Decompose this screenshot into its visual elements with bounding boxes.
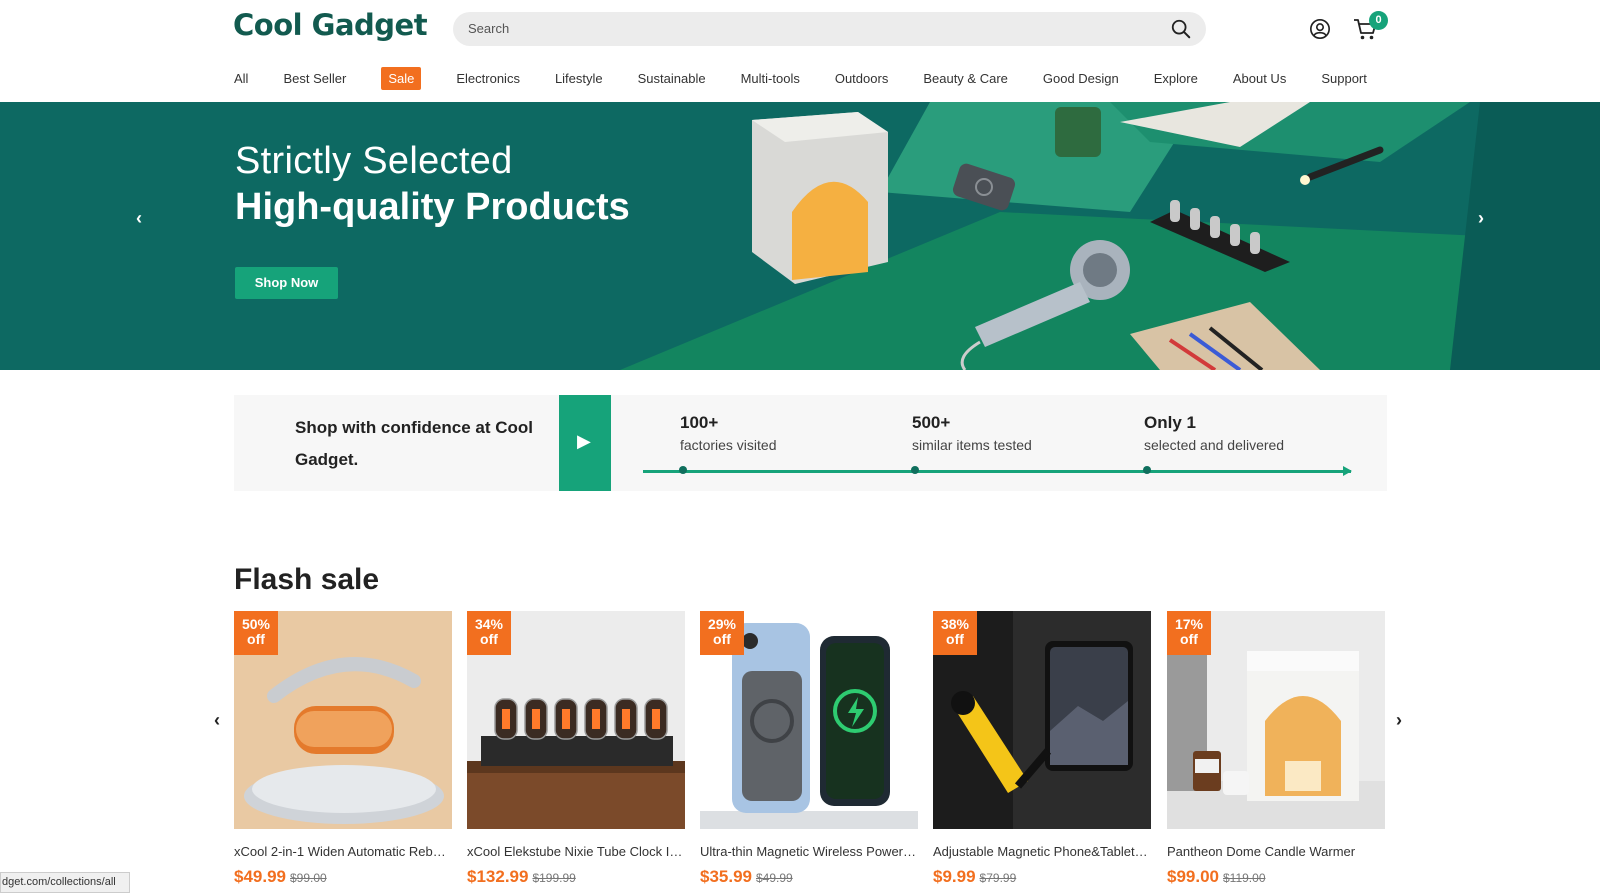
- product-price: $9.99: [933, 867, 976, 886]
- hero-banner: ‹ › Strictly Selected High-quality Produ…: [0, 102, 1600, 370]
- discount-off: off: [946, 631, 964, 647]
- discount-badge: 38% off: [933, 611, 977, 655]
- product-image[interactable]: 17% off: [1167, 611, 1385, 829]
- product-image[interactable]: 29% off: [700, 611, 918, 829]
- progress-dot: [1143, 466, 1151, 474]
- discount-off: off: [247, 631, 265, 647]
- nav-item-all[interactable]: All: [234, 71, 248, 86]
- product-old-price: $49.99: [756, 871, 793, 885]
- stat-value: 100+: [680, 413, 719, 432]
- discount-off: off: [480, 631, 498, 647]
- main-nav: All Best Seller Sale Electronics Lifesty…: [234, 66, 1367, 90]
- search-icon[interactable]: [1170, 18, 1192, 40]
- cart-count-badge: 0: [1369, 11, 1388, 30]
- stat-label: factories visited: [680, 437, 777, 453]
- product-card[interactable]: 17% off Pantheon Dome Candle Warmer $99.0…: [1167, 611, 1385, 887]
- product-price: $49.99: [234, 867, 286, 886]
- product-image[interactable]: 50% off: [234, 611, 452, 829]
- hero-title: High-quality Products: [235, 186, 630, 228]
- progress-arrow-head: [1343, 466, 1352, 476]
- stat-selected: Only 1 selected and delivered: [1144, 413, 1284, 453]
- discount-percent: 38%: [940, 616, 970, 632]
- carousel-prev-arrow[interactable]: ‹: [214, 710, 220, 731]
- stat-value: Only 1: [1144, 413, 1196, 432]
- progress-dot: [679, 466, 687, 474]
- discount-badge: 34% off: [467, 611, 511, 655]
- hero-subtitle: Strictly Selected: [235, 140, 513, 182]
- product-image[interactable]: 34% off: [467, 611, 685, 829]
- discount-badge: 29% off: [700, 611, 744, 655]
- hero-prev-arrow[interactable]: ‹: [129, 208, 149, 228]
- discount-badge: 50% off: [234, 611, 278, 655]
- nav-item-sustainable[interactable]: Sustainable: [638, 71, 706, 86]
- flash-sale-title: Flash sale: [234, 563, 380, 596]
- site-logo[interactable]: Cool Gadget: [233, 8, 428, 42]
- nav-item-best-seller[interactable]: Best Seller: [283, 71, 346, 86]
- discount-percent: 17%: [1174, 616, 1204, 632]
- stat-items-tested: 500+ similar items tested: [912, 413, 1032, 453]
- browser-status-bar: dget.com/collections/all: [0, 872, 130, 893]
- nav-item-explore[interactable]: Explore: [1154, 71, 1198, 86]
- confidence-progress-line: [643, 470, 1351, 473]
- discount-percent: 50%: [241, 616, 271, 632]
- nav-item-beauty-care[interactable]: Beauty & Care: [923, 71, 1008, 86]
- product-image[interactable]: 38% off: [933, 611, 1151, 829]
- nav-item-multi-tools[interactable]: Multi-tools: [741, 71, 800, 86]
- progress-dot: [911, 466, 919, 474]
- nav-item-good-design[interactable]: Good Design: [1043, 71, 1119, 86]
- nav-item-sale[interactable]: Sale: [381, 66, 422, 90]
- account-icon[interactable]: [1309, 18, 1331, 40]
- shop-now-button[interactable]: Shop Now: [235, 267, 338, 299]
- stat-label: similar items tested: [912, 437, 1032, 453]
- nav-item-electronics[interactable]: Electronics: [456, 71, 520, 86]
- product-price: $132.99: [467, 867, 529, 886]
- product-card[interactable]: 38% off Adjustable Magnetic Phone&Tablet …: [933, 611, 1151, 887]
- product-name[interactable]: Adjustable Magnetic Phone&Tablet Holder: [933, 844, 1151, 859]
- product-old-price: $99.00: [290, 871, 327, 885]
- confidence-text: Shop with confidence at Cool Gadget.: [295, 418, 533, 469]
- nav-item-support[interactable]: Support: [1321, 71, 1367, 86]
- nav-item-about-us[interactable]: About Us: [1233, 71, 1286, 86]
- search-input[interactable]: Search: [453, 12, 1206, 46]
- product-card[interactable]: 34% off xCool Elekstube Nixie Tube Clock …: [467, 611, 685, 887]
- product-name[interactable]: Ultra-thin Magnetic Wireless Power Bank: [700, 844, 918, 859]
- product-name[interactable]: xCool Elekstube Nixie Tube Clock IPS: [467, 844, 685, 859]
- stat-factories: 100+ factories visited: [680, 413, 776, 453]
- site-header: Cool Gadget Search 0 All Best Seller Sal…: [0, 0, 1600, 102]
- search-placeholder: Search: [468, 21, 510, 36]
- product-old-price: $79.99: [979, 871, 1017, 885]
- product-old-price: $199.99: [532, 871, 576, 885]
- product-card[interactable]: 29% off Ultra-thin Magnetic Wireless Powe…: [700, 611, 918, 887]
- discount-percent: 34%: [474, 616, 504, 632]
- confidence-strip: Shop with confidence at Cool Gadget. ▶ 1…: [234, 395, 1387, 491]
- confidence-arrow-button[interactable]: ▶: [559, 395, 611, 491]
- stat-value: 500+: [912, 413, 951, 432]
- product-card[interactable]: 50% off xCool 2-in-1 Widen Automatic Rebo…: [234, 611, 452, 887]
- play-arrow-icon: ▶: [577, 431, 591, 451]
- product-name[interactable]: xCool 2-in-1 Widen Automatic Rebound Abd…: [234, 844, 452, 859]
- discount-off: off: [1180, 631, 1198, 647]
- hero-next-arrow[interactable]: ›: [1471, 208, 1491, 228]
- product-price: $35.99: [700, 867, 752, 886]
- product-old-price: $119.00: [1223, 871, 1266, 885]
- discount-off: off: [713, 631, 731, 647]
- discount-badge: 17% off: [1167, 611, 1211, 655]
- discount-percent: 29%: [707, 616, 737, 632]
- product-price: $99.00: [1167, 867, 1219, 886]
- stat-label: selected and delivered: [1144, 437, 1285, 453]
- nav-item-lifestyle[interactable]: Lifestyle: [555, 71, 603, 86]
- carousel-next-arrow[interactable]: ›: [1396, 710, 1402, 731]
- product-name[interactable]: Pantheon Dome Candle Warmer: [1167, 844, 1385, 859]
- nav-item-outdoors[interactable]: Outdoors: [835, 71, 888, 86]
